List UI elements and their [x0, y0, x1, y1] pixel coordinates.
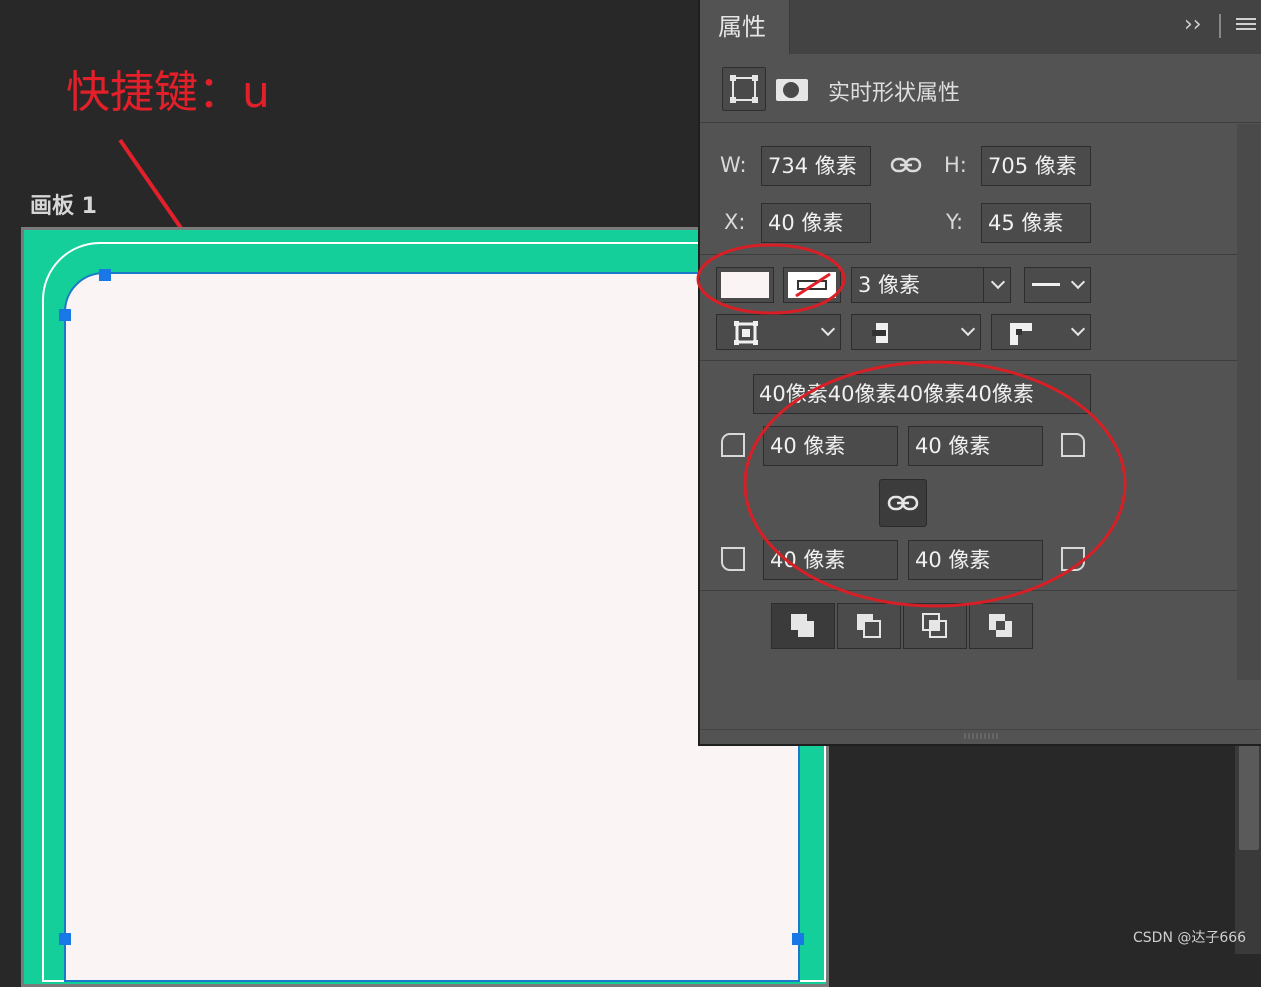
annotation-ellipse-fill-stroke: [696, 243, 846, 315]
solid-line-icon: [1032, 283, 1060, 286]
annotation-ellipse-corners: [743, 360, 1127, 608]
bottom-left-anchor-handle[interactable]: [59, 933, 71, 945]
chevron-down-icon: [960, 321, 976, 337]
w-label: W:: [720, 153, 747, 177]
height-field[interactable]: 705 像素: [981, 146, 1091, 186]
stroke-align-inside-icon: [734, 321, 758, 345]
artboard-label: 画板 1: [30, 194, 97, 219]
chevron-down-icon: [1070, 321, 1086, 337]
watermark: CSDN @达子666: [1133, 930, 1247, 946]
collapse-panel-icon[interactable]: ››: [1184, 12, 1202, 37]
stroke-cap-icon: [872, 323, 888, 343]
panel-resize-gripper[interactable]: [963, 733, 1003, 739]
rounded-rectangle-shape[interactable]: [64, 272, 800, 982]
x-position-field[interactable]: 40 像素: [761, 203, 871, 243]
width-field[interactable]: 734 像素: [761, 146, 871, 186]
chevron-down-icon: [1070, 274, 1086, 290]
panel-menu-icon[interactable]: [1236, 18, 1256, 34]
stroke-width-value: 3 像素: [858, 273, 921, 297]
annotation-shortcut-text: 快捷键：u: [66, 67, 270, 118]
bottom-right-anchor-handle[interactable]: [792, 933, 804, 945]
corner-radius-handle[interactable]: [99, 269, 111, 281]
panel-scrollbar[interactable]: [1237, 124, 1261, 680]
stroke-cap-dropdown[interactable]: [851, 314, 981, 350]
chevron-down-icon: [820, 321, 836, 337]
panel-subtitle: 实时形状属性: [828, 81, 961, 106]
panel-bottom-divider: [700, 729, 1261, 730]
chevron-down-icon: [990, 274, 1006, 290]
tab-properties[interactable]: 属性: [700, 0, 790, 54]
header-divider: [1219, 14, 1221, 38]
stroke-width-dropdown[interactable]: 3 像素: [851, 267, 1011, 303]
stroke-type-dropdown[interactable]: [1024, 267, 1091, 303]
link-dimensions-icon[interactable]: [890, 154, 922, 176]
stroke-corner-dropdown[interactable]: [991, 314, 1091, 350]
shape-transform-icon[interactable]: [722, 67, 766, 111]
stroke-corner-icon: [1010, 323, 1032, 345]
x-label: X:: [724, 210, 746, 234]
section-divider: [700, 122, 1261, 123]
corner-radius-handle[interactable]: [59, 309, 71, 321]
canvas-scrollbar-thumb[interactable]: [1239, 745, 1259, 850]
canvas-background: [829, 744, 1235, 954]
h-label: H:: [944, 153, 967, 177]
y-label: Y:: [946, 210, 964, 234]
y-position-field[interactable]: 45 像素: [981, 203, 1091, 243]
mask-icon[interactable]: [776, 79, 808, 101]
